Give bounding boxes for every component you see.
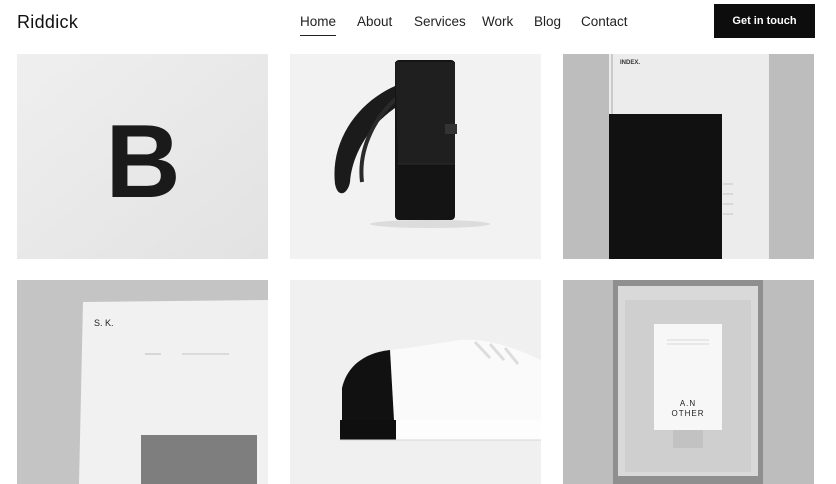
an-other-box-image: A.N OTHER bbox=[563, 280, 814, 484]
nav-about[interactable]: About bbox=[357, 14, 392, 35]
index-booklet-image: INDEX. bbox=[563, 54, 814, 259]
portfolio-item-an-other-box[interactable]: A.N OTHER bbox=[563, 280, 814, 484]
letter-b-glyph: B bbox=[105, 104, 180, 220]
portfolio-item-backpack[interactable] bbox=[290, 54, 541, 259]
nav-blog[interactable]: Blog bbox=[534, 14, 561, 35]
portfolio-item-sk-letterhead[interactable]: S. K. bbox=[17, 280, 268, 484]
nav-services[interactable]: Services bbox=[414, 14, 466, 35]
get-in-touch-button[interactable]: Get in touch bbox=[714, 4, 815, 38]
other-text: OTHER bbox=[672, 409, 705, 418]
portfolio-item-index-booklet[interactable]: INDEX. bbox=[563, 54, 814, 259]
backpack-image bbox=[290, 54, 541, 259]
nav-home[interactable]: Home bbox=[300, 14, 337, 36]
portfolio-item-sneaker[interactable] bbox=[290, 280, 541, 484]
sneaker-image bbox=[290, 280, 541, 484]
nav-work[interactable]: Work bbox=[482, 14, 513, 35]
sk-letterhead-image: S. K. bbox=[17, 280, 268, 484]
site-header: Riddick Home About Services Work Blog Co… bbox=[0, 0, 836, 54]
nav-contact[interactable]: Contact bbox=[581, 14, 628, 35]
index-label: INDEX. bbox=[620, 60, 640, 66]
sk-monogram: S. K. bbox=[94, 318, 114, 328]
brand-logo[interactable]: Riddick bbox=[17, 12, 78, 33]
an-text: A.N bbox=[680, 399, 696, 408]
letter-b-image: B bbox=[17, 54, 268, 259]
portfolio-item-letter-b[interactable]: B bbox=[17, 54, 268, 259]
